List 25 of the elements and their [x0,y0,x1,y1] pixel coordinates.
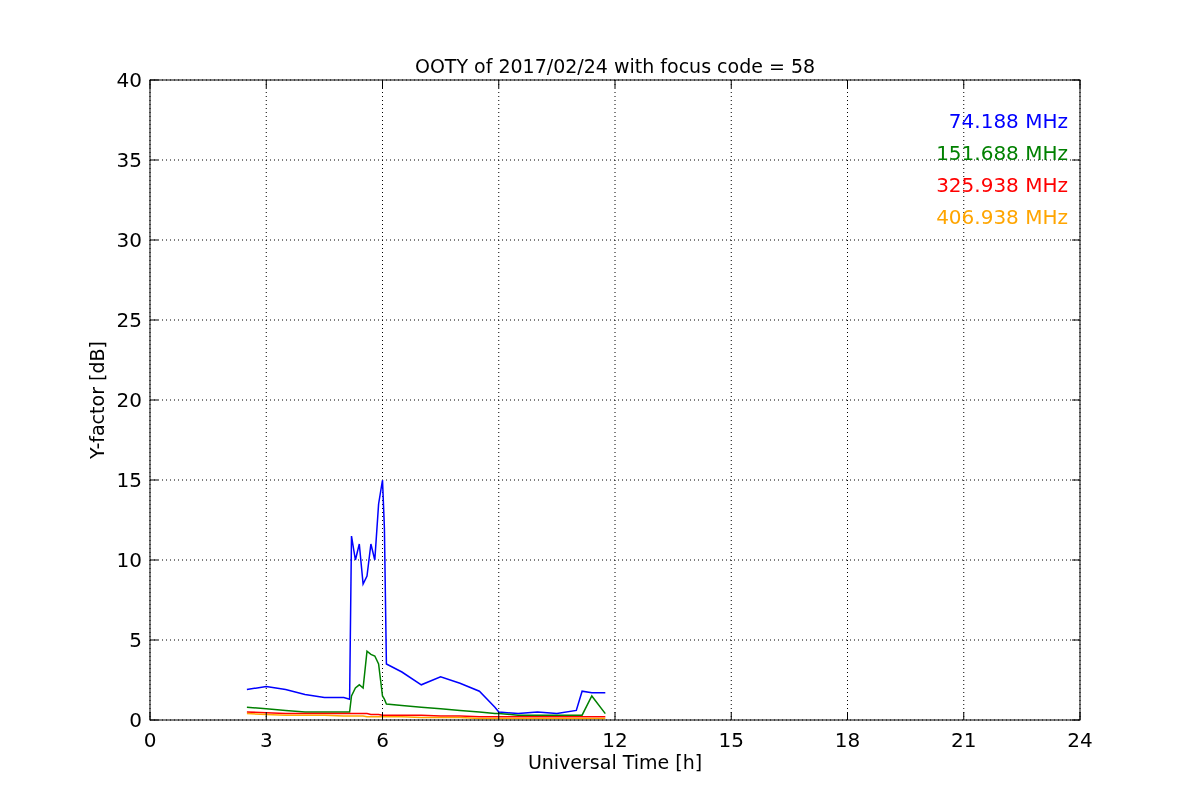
y-tick-label: 40 [116,68,142,92]
x-axis-label: Universal Time [h] [527,751,703,773]
x-tick-label: 24 [1067,728,1093,752]
y-axis-label: Y-factor [dB] [86,341,108,459]
x-tick-label: 15 [718,728,744,752]
x-tick-label: 21 [951,728,977,752]
x-tick-label: 6 [376,728,389,752]
y-tick-label: 0 [129,708,142,732]
legend-label: 151.688 MHz [936,141,1068,165]
legend-label: 406.938 MHz [936,205,1068,229]
y-tick-label: 15 [116,468,142,492]
y-tick-label: 25 [116,308,142,332]
x-tick-label: 3 [259,728,273,752]
y-tick-label: 30 [116,228,142,252]
legend-label: 74.188 MHz [948,109,1068,133]
x-tick-label: 12 [602,728,628,752]
y-tick-label: 35 [116,148,142,172]
x-tick-label: 0 [143,728,157,752]
y-tick-label: 10 [116,548,142,572]
legend-label: 325.938 MHz [936,173,1068,197]
x-tick-label: 9 [492,728,506,752]
chart-title: OOTY of 2017/02/24 with focus code = 58 [414,55,816,77]
y-tick-label: 5 [129,628,142,652]
y-tick-label: 20 [116,388,142,412]
x-tick-label: 18 [834,728,861,752]
